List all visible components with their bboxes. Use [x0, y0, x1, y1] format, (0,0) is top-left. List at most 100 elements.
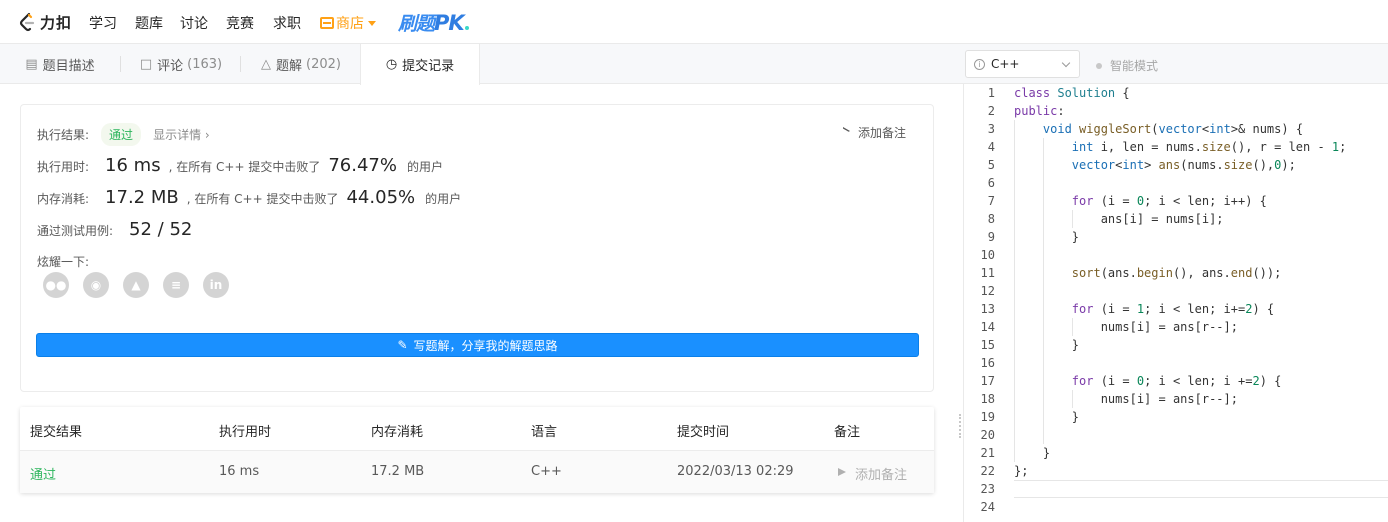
nav-store[interactable]: 商店: [320, 13, 376, 33]
row-memory: 17.2 MB: [371, 464, 425, 479]
show-details-link[interactable]: 显示详情 ›: [153, 126, 210, 143]
code-line: nums[i] = ans[r--];: [1014, 390, 1238, 408]
add-note-button[interactable]: 添加备注: [841, 124, 906, 141]
language-value: C++: [991, 57, 1020, 71]
runtime-value: 16 ms: [105, 155, 161, 176]
language-select[interactable]: i C++: [965, 50, 1080, 78]
nav-problemset[interactable]: 题库: [135, 13, 163, 33]
pk-dot: [464, 26, 469, 30]
runtime-text: , 在所有 C++ 提交中击败了: [168, 160, 321, 174]
qq-icon[interactable]: ▲: [123, 272, 149, 298]
pk-prefix: 刷题: [398, 13, 435, 35]
code-line: vector<int> ans(nums.size(),0);: [1014, 156, 1388, 174]
row-add-note[interactable]: 添加备注: [838, 464, 907, 483]
code-line: };: [1014, 464, 1029, 478]
douban-icon[interactable]: ≡: [163, 272, 189, 298]
code-line: ans[i] = nums[i];: [1014, 210, 1224, 228]
tab-label: 题目描述: [42, 58, 95, 74]
code-content[interactable]: class Solution { public: void wiggleSort…: [1014, 84, 1388, 516]
line-number: 1: [987, 86, 995, 100]
line-number: 16: [980, 356, 995, 370]
line-number: 18: [980, 392, 995, 406]
line-number: 5: [987, 158, 995, 172]
row-result[interactable]: 通过: [30, 464, 56, 483]
code-line: [1014, 282, 1388, 300]
code-line-current[interactable]: [1014, 480, 1388, 498]
tab-submissions[interactable]: ◷ 提交记录: [360, 44, 480, 85]
line-number: 2: [987, 104, 995, 118]
result-status-row: 执行结果: 通过 显示详情 ›: [37, 123, 210, 146]
write-solution-button[interactable]: ✎ 写题解，分享我的解题思路: [36, 333, 919, 357]
tab-label: 评论: [157, 58, 184, 74]
code-line: nums[i] = ans[r--];: [1014, 318, 1238, 336]
smart-mode-toggle[interactable]: 智能模式: [1096, 57, 1158, 74]
line-number: 4: [987, 140, 995, 154]
status-label: 执行结果:: [37, 128, 90, 142]
line-number: 20: [980, 428, 995, 442]
problem-tabbar: ▤ 题目描述 □ 评论 (163) △ 题解 (202) ◷ 提交记录: [0, 44, 956, 85]
nav-pk-banner[interactable]: 刷题PK: [398, 9, 469, 36]
code-line: }: [1014, 408, 1080, 426]
flask-icon: △: [261, 56, 271, 72]
clock-icon: ◷: [385, 57, 398, 72]
smart-mode-label: 智能模式: [1110, 59, 1159, 73]
runtime-label: 执行用时:: [37, 160, 90, 174]
code-line: }: [1014, 444, 1051, 462]
line-number: 19: [980, 410, 995, 424]
code-line: for (i = 1; i < len; i+=2) {: [1014, 300, 1388, 318]
leetcode-logo[interactable]: 力扣: [18, 12, 72, 32]
logo-text: 力扣: [40, 13, 73, 32]
nav-store-label: 商店: [336, 16, 364, 32]
code-line: sort(ans.begin(), ans.end());: [1014, 264, 1388, 282]
header-runtime: 执行用时: [219, 425, 272, 440]
line-number: 9: [987, 230, 995, 244]
nav-discuss[interactable]: 讨论: [180, 13, 208, 33]
line-number: 7: [987, 194, 995, 208]
write-solution-label: 写题解，分享我的解题思路: [413, 338, 558, 353]
line-number: 24: [980, 500, 995, 514]
code-editor[interactable]: 1 2 3 4 5 6 7 8 9 10 11 12 13 14 15 16 17 18 19 20 21 22 23 24 …: [965, 84, 1388, 522]
nav-jobs[interactable]: 求职: [273, 13, 301, 33]
tab-label: 提交记录: [402, 59, 455, 74]
code-line: class Solution {: [1014, 86, 1130, 100]
share-label: 炫耀一下:: [37, 255, 90, 269]
row-runtime: 16 ms: [219, 464, 260, 479]
flag-icon: [841, 127, 852, 138]
tab-description[interactable]: ▤ 题目描述: [0, 44, 120, 84]
header-language: 语言: [531, 425, 558, 440]
code-line: public:: [1014, 104, 1065, 118]
tests-label: 通过测试用例:: [37, 224, 114, 238]
code-line: for (i = 0; i < len; i +=2) {: [1014, 372, 1388, 390]
weibo-icon[interactable]: ◉: [83, 272, 109, 298]
row-language: C++: [531, 464, 562, 479]
nav-learn[interactable]: 学习: [89, 13, 117, 33]
line-number: 10: [980, 248, 995, 262]
store-icon: [320, 17, 334, 29]
memory-value: 17.2 MB: [105, 187, 179, 208]
linkedin-icon[interactable]: in: [203, 272, 229, 298]
line-number: 17: [980, 374, 995, 388]
row-time: 2022/03/13 02:29: [677, 464, 794, 479]
nav-contest[interactable]: 竞赛: [226, 13, 254, 33]
header-note: 备注: [834, 425, 861, 440]
tab-solutions[interactable]: △ 题解 (202): [241, 44, 361, 84]
line-number: 22: [980, 464, 995, 478]
tab-comments[interactable]: □ 评论 (163): [121, 44, 241, 84]
editor-toolbar: i C++ 智能模式: [956, 44, 1388, 84]
code-line: [1014, 354, 1388, 372]
header-time: 提交时间: [677, 425, 730, 440]
drag-handle-icon[interactable]: [959, 414, 961, 438]
code-line: for (i = 0; i < len; i++) {: [1014, 192, 1388, 210]
pencil-icon: ✎: [397, 338, 408, 352]
line-number: 13: [980, 302, 995, 316]
tests-row: 通过测试用例: 52 / 52: [37, 219, 200, 240]
memory-text: , 在所有 C++ 提交中击败了: [186, 192, 339, 206]
table-header: 提交结果 执行用时 内存消耗 语言 提交时间 备注: [20, 407, 934, 451]
smart-mode-dot-icon: [1096, 62, 1102, 69]
table-row[interactable]: 通过 16 ms 17.2 MB C++ 2022/03/13 02:29 添加…: [20, 451, 934, 493]
status-badge: 通过: [101, 123, 142, 146]
pane-splitter[interactable]: [956, 84, 964, 522]
header-memory: 内存消耗: [371, 425, 424, 440]
wechat-icon[interactable]: ●●: [43, 272, 69, 298]
